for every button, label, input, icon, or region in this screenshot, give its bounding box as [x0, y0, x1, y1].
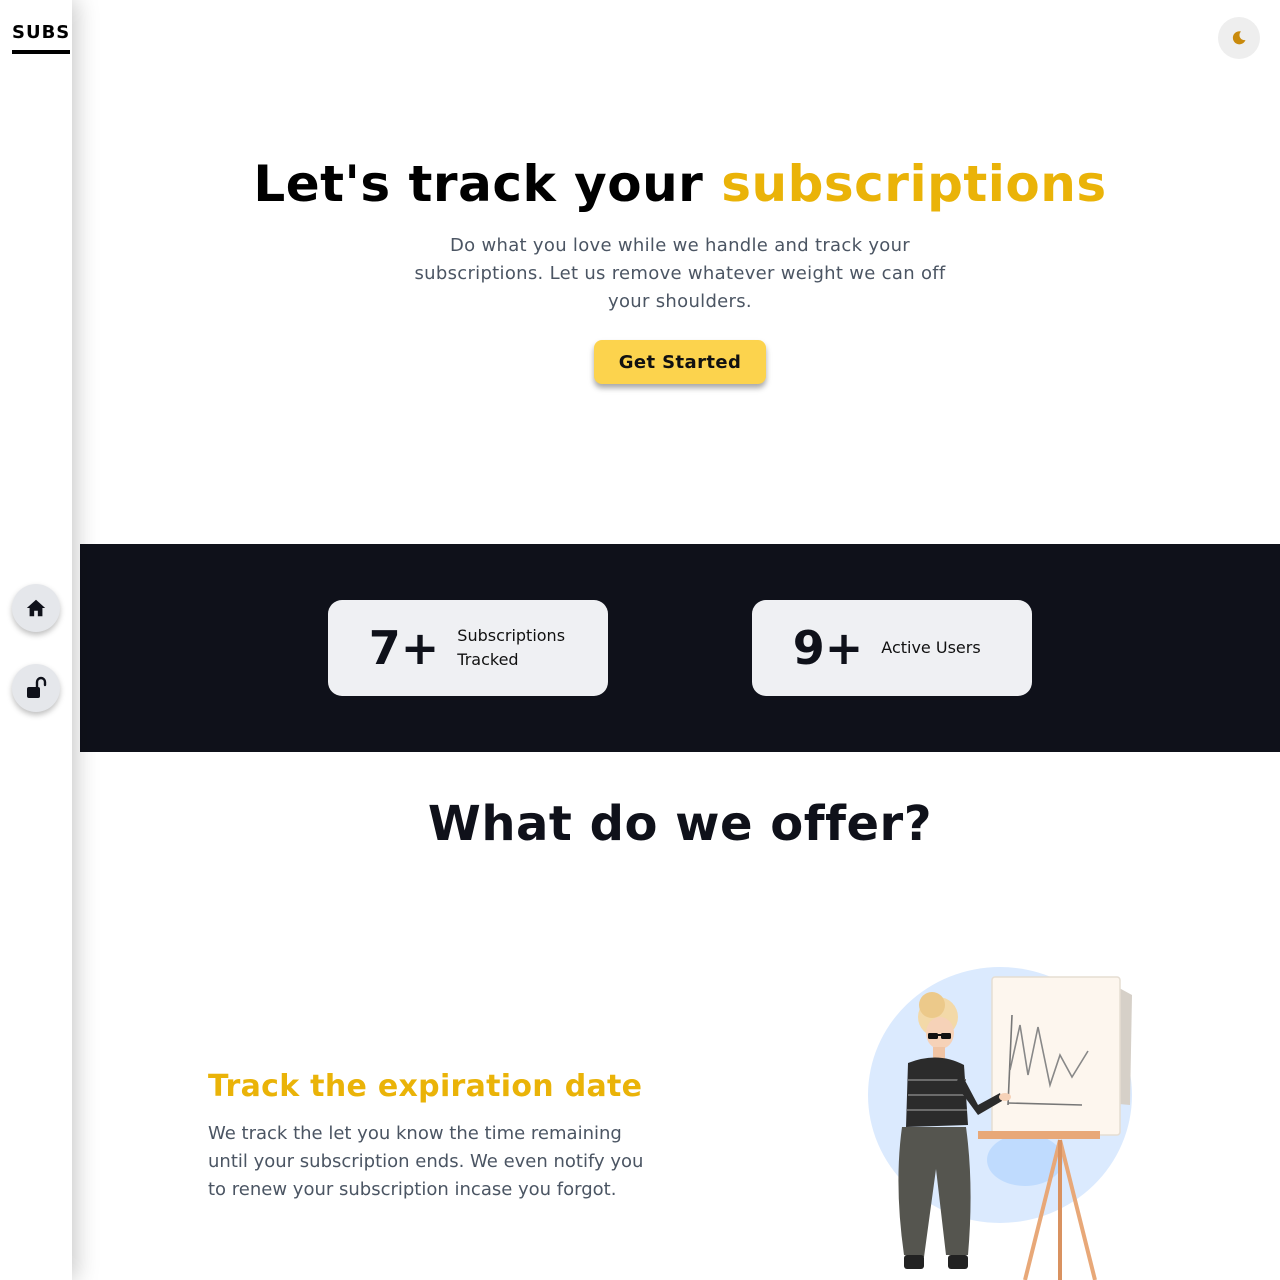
- moon-icon: [1232, 31, 1246, 45]
- hero-title-main: Let's track your: [253, 155, 722, 213]
- offer-title: What do we offer?: [427, 796, 933, 852]
- stat-label: Active Users: [881, 638, 981, 657]
- stat-value: 7+: [368, 621, 440, 675]
- stat-card-subscriptions: 7+ Subscriptions Tracked: [328, 600, 608, 696]
- home-button[interactable]: [12, 584, 60, 632]
- hero-subtitle: Do what you love while we handle and tra…: [414, 235, 946, 312]
- feature-description: We track the let you know the time remai…: [208, 1123, 644, 1200]
- woman-presenting-chart-illustration: [868, 967, 1132, 1280]
- feature-title: Track the expiration date: [208, 1069, 643, 1104]
- theme-toggle-button[interactable]: [1218, 17, 1260, 59]
- hero-title-accent: subscriptions: [721, 155, 1107, 213]
- hero-title: Let's track your subscriptions: [80, 152, 1280, 216]
- stat-card-users: 9+ Active Users: [752, 600, 1032, 696]
- stat-label: Subscriptions Tracked: [457, 626, 566, 669]
- sidebar: SUBS: [0, 0, 72, 1280]
- brand-logo[interactable]: SUBS: [12, 22, 71, 54]
- get-started-button[interactable]: Get Started: [594, 340, 766, 384]
- unlock-icon: [27, 676, 47, 698]
- stat-value: 9+: [792, 621, 864, 675]
- home-icon: [26, 599, 46, 617]
- stats-section: 7+ Subscriptions Tracked 9+ Active Users: [80, 544, 1280, 752]
- login-button[interactable]: [12, 664, 60, 712]
